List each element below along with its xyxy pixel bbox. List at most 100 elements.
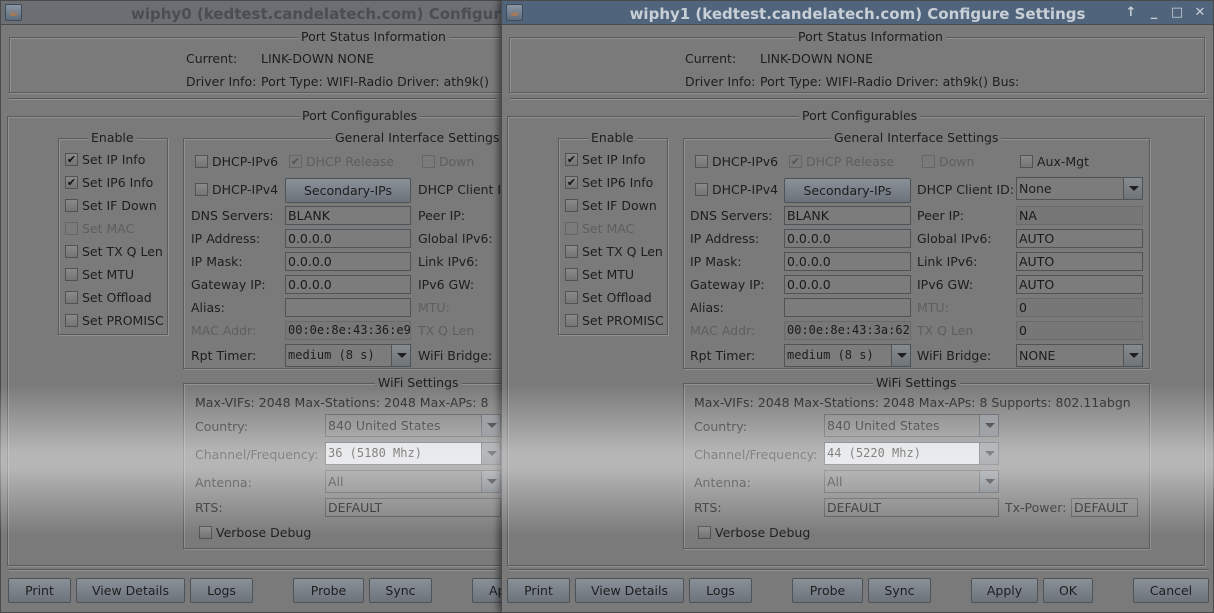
dhcp-ipv6-checkbox[interactable]: DHCP-IPv6 [195,154,278,169]
chevron-down-icon[interactable] [979,471,998,492]
set-promisc-checkbox[interactable]: Set PROMISC [565,313,664,328]
set-offload-checkbox[interactable]: Set Offload [565,290,652,305]
sync-button[interactable]: Sync [868,578,931,603]
sync-button[interactable]: Sync [369,578,432,603]
set-mtu-checkbox[interactable]: Set MTU [565,267,634,282]
channel-frequency-select[interactable]: 36 (5180 Mhz) [325,442,501,465]
global-ipv6-input[interactable]: AUTO [1016,229,1143,248]
close-icon[interactable]: ✕ [1193,5,1207,20]
set-tx-q-len-checkbox[interactable]: Set TX Q Len [565,244,663,259]
gateway-ip-input[interactable]: 0.0.0.0 [285,275,411,294]
print-button[interactable]: Print [8,578,71,603]
peer-ip-label: Peer IP: [917,208,965,223]
ip-mask-input[interactable]: 0.0.0.0 [285,252,411,271]
ip-address-input[interactable]: 0.0.0.0 [784,229,911,248]
chevron-down-icon[interactable] [979,443,998,464]
apply-button[interactable]: Apply [971,578,1038,603]
maximize-icon[interactable]: □ [1170,5,1184,20]
alias-input[interactable] [784,298,911,317]
verbose-debug-checkbox[interactable]: Verbose Debug [199,525,311,540]
view-details-button[interactable]: View Details [575,578,684,603]
verbose-debug-checkbox[interactable]: Verbose Debug [698,525,810,540]
mac-addr-input[interactable]: 00:0e:8e:43:36:e9 [285,321,411,340]
dns-servers-input[interactable]: BLANK [285,206,411,225]
logs-button[interactable]: Logs [190,578,253,603]
driver-info-value: Port Type: WIFI-Radio Driver: ath9k() [261,74,490,89]
tx-power-label: Tx-Power: [1005,500,1067,515]
ok-button[interactable]: OK [1043,578,1093,603]
probe-button[interactable]: Probe [792,578,863,603]
dhcp-client-id-select[interactable]: None [1016,177,1143,200]
rpt-timer-select[interactable]: medium (8 s) [784,344,911,367]
secondary-ips-button[interactable]: Secondary-IPs [285,178,411,203]
dhcp-release-checkbox[interactable]: ✔ DHCP Release [289,154,394,169]
dhcp-ipv4-checkbox[interactable]: DHCP-IPv4 [695,182,778,197]
print-button[interactable]: Print [507,578,570,603]
wifi-bridge-select[interactable]: NONE [1016,344,1143,367]
set-tx-q-len-checkbox[interactable]: Set TX Q Len [65,244,163,259]
channel-frequency-select[interactable]: 44 (5220 Mhz) [824,442,999,465]
chevron-down-icon[interactable] [481,471,500,492]
dhcp-ipv6-checkbox[interactable]: DHCP-IPv6 [695,154,778,169]
tx-power-input[interactable]: DEFAULT [1071,498,1138,517]
rpt-timer-select[interactable]: medium (8 s) [285,344,411,367]
set-mac-checkbox[interactable]: Set MAC [565,221,634,236]
cancel-button[interactable]: Cancel [1133,578,1209,603]
set-if-down-checkbox[interactable]: Set IF Down [65,198,157,213]
checkbox-icon [698,526,711,539]
dns-servers-input[interactable]: BLANK [784,206,911,225]
peer-ip-input[interactable]: NA [1016,206,1143,225]
checkbox-label: DHCP Release [306,154,395,169]
view-details-button[interactable]: View Details [76,578,185,603]
set-promisc-checkbox[interactable]: Set PROMISC [65,313,164,328]
down-checkbox[interactable]: Down [922,154,974,169]
alias-input[interactable] [285,298,411,317]
down-checkbox[interactable]: Down [422,154,474,169]
alias-label: Alias: [191,300,225,315]
antenna-select[interactable]: All [824,470,999,493]
window-wiphy0[interactable]: ☕ wiphy0 (kedtest.candelatech.com) Confi… [0,0,587,613]
rts-input[interactable]: DEFAULT [325,498,501,517]
set-if-down-checkbox[interactable]: Set IF Down [565,198,657,213]
ip-mask-input[interactable]: 0.0.0.0 [784,252,911,271]
link-ipv6-input[interactable]: AUTO [1016,252,1143,271]
ip-address-input[interactable]: 0.0.0.0 [285,229,411,248]
chevron-down-icon[interactable] [481,443,500,464]
mtu-label: MTU: [418,300,450,315]
chevron-down-icon[interactable] [391,345,410,366]
current-value: LINK-DOWN NONE [760,51,873,66]
port-status-legend: Port Status Information [298,29,449,45]
mtu-input[interactable]: 0 [1016,298,1143,317]
chevron-down-icon[interactable] [1123,178,1142,199]
minimize-icon[interactable]: _ [1147,5,1161,20]
chevron-down-icon[interactable] [891,345,910,366]
chevron-down-icon[interactable] [481,415,500,436]
ipv6-gw-input[interactable]: AUTO [1016,275,1143,294]
probe-button[interactable]: Probe [293,578,364,603]
window-wiphy1[interactable]: ☕ wiphy1 (kedtest.candelatech.com) Confi… [501,0,1214,613]
set-offload-checkbox[interactable]: Set Offload [65,290,152,305]
set-mac-checkbox[interactable]: Set MAC [65,221,134,236]
chevron-down-icon[interactable] [1123,345,1142,366]
title-bar[interactable]: ☕ wiphy1 (kedtest.candelatech.com) Confi… [502,1,1213,25]
title-bar[interactable]: ☕ wiphy0 (kedtest.candelatech.com) Confi… [1,1,587,25]
dhcp-ipv4-checkbox[interactable]: DHCP-IPv4 [195,182,278,197]
dhcp-release-checkbox[interactable]: ✔ DHCP Release [789,154,894,169]
gateway-ip-input[interactable]: 0.0.0.0 [784,275,911,294]
always-on-top-icon[interactable]: ↑ [1124,5,1138,20]
logs-button[interactable]: Logs [689,578,752,603]
set-ip-info-checkbox[interactable]: ✔ Set IP Info [565,152,645,167]
antenna-select[interactable]: All [325,470,501,493]
chevron-down-icon[interactable] [979,415,998,436]
rts-input[interactable]: DEFAULT [824,498,999,517]
aux-mgt-checkbox[interactable]: Aux-Mgt [1020,154,1089,169]
mac-addr-input[interactable]: 00:0e:8e:43:3a:62 [784,321,911,340]
country-select[interactable]: 840 United States [824,414,999,437]
secondary-ips-button[interactable]: Secondary-IPs [784,178,911,203]
set-ip6-info-checkbox[interactable]: ✔ Set IP6 Info [565,175,653,190]
set-mtu-checkbox[interactable]: Set MTU [65,267,134,282]
set-ip6-info-checkbox[interactable]: ✔ Set IP6 Info [65,175,153,190]
country-select[interactable]: 840 United States [325,414,501,437]
tx-q-len-input[interactable]: 0 [1016,321,1143,340]
set-ip-info-checkbox[interactable]: ✔ Set IP Info [65,152,145,167]
